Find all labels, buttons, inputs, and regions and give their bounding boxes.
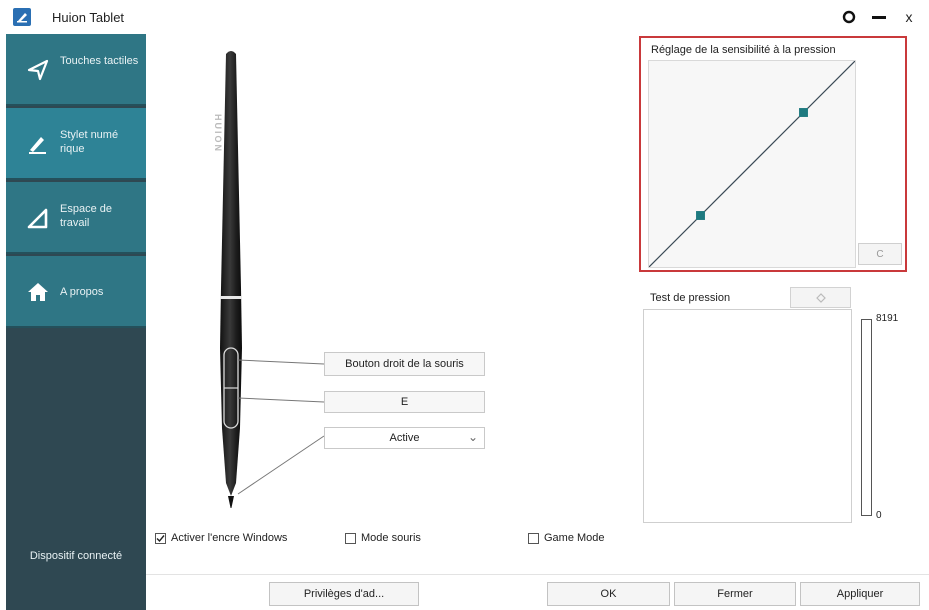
- windows-ink-checkbox[interactable]: Activer l'encre Windows: [155, 532, 287, 544]
- checkbox-box[interactable]: [345, 532, 356, 544]
- clear-icon: [815, 292, 826, 303]
- footer-bar: Privilèges d'ad... OK Fermer Appliquer: [146, 574, 929, 610]
- close-label: Fermer: [717, 588, 753, 600]
- curve-control-point[interactable]: [696, 211, 705, 220]
- game-mode-label: Game Mode: [544, 532, 605, 544]
- game-mode-checkbox[interactable]: Game Mode: [528, 532, 605, 544]
- home-icon: [28, 283, 48, 301]
- upper-button-label: Bouton droit de la souris: [345, 358, 464, 370]
- tip-mode-value: Active: [389, 432, 420, 444]
- send-icon: [27, 59, 49, 81]
- minimize-icon[interactable]: [868, 6, 890, 28]
- lower-button-action[interactable]: E: [324, 391, 485, 413]
- main-panel: HUION Bouton droit de la souris E Active…: [146, 34, 929, 610]
- close-icon: x: [905, 9, 913, 25]
- pressure-level-bar: [861, 319, 872, 516]
- workspace-icon: [27, 208, 48, 229]
- mouse-mode-label: Mode souris: [361, 532, 421, 544]
- window-title: Huion Tablet: [52, 10, 125, 25]
- curve-control-point[interactable]: [799, 108, 808, 117]
- callout-lines: [237, 359, 325, 495]
- sidebar-item-stylus[interactable]: Stylet numé rique: [6, 108, 146, 180]
- sidebar-item-touch-keys[interactable]: Touches tactiles: [6, 34, 146, 106]
- sidebar-item-label: Stylet numé rique: [60, 129, 119, 155]
- pressure-min-label: 0: [876, 510, 882, 521]
- sidebar-item-label: Touches tactiles: [60, 55, 139, 67]
- windows-ink-label: Activer l'encre Windows: [171, 532, 288, 544]
- sidebar-item-about[interactable]: A propos: [6, 256, 146, 328]
- privileges-label: Privilèges d'ad...: [303, 588, 385, 600]
- pen-icon: [29, 137, 46, 154]
- clear-test-button[interactable]: [790, 287, 851, 308]
- sidebar-item-workspace[interactable]: Espace de travail: [6, 182, 146, 254]
- reset-curve-button[interactable]: C: [858, 243, 902, 265]
- pressure-sensitivity-panel: Réglage de la sensibilité à la pression …: [639, 36, 907, 272]
- ok-button[interactable]: OK: [547, 582, 670, 606]
- mouse-mode-checkbox[interactable]: Mode souris: [345, 532, 421, 544]
- apply-button[interactable]: Appliquer: [800, 582, 920, 606]
- checkbox-box[interactable]: [528, 532, 539, 544]
- lower-button-label: E: [400, 396, 409, 408]
- pressure-test-area[interactable]: [643, 309, 852, 523]
- app-logo-icon: [13, 8, 31, 26]
- apply-label: Appliquer: [836, 588, 884, 600]
- sidebar-item-label: Espace de travail: [60, 203, 112, 229]
- reset-label: C: [876, 248, 884, 260]
- pressure-curve-line: [649, 61, 855, 267]
- ok-label: OK: [600, 588, 617, 600]
- settings-icon[interactable]: [838, 6, 860, 28]
- privileges-button[interactable]: Privilèges d'ad...: [269, 582, 419, 606]
- pressure-curve-editor[interactable]: [648, 60, 856, 268]
- close-button[interactable]: x: [898, 6, 920, 28]
- chevron-down-icon: ⌄: [467, 430, 478, 444]
- close-dialog-button[interactable]: Fermer: [674, 582, 796, 606]
- sidebar: Touches tactiles Stylet numé rique Espac…: [6, 34, 146, 610]
- checkbox-box[interactable]: [155, 532, 166, 544]
- pressure-sensitivity-title: Réglage de la sensibilité à la pression: [651, 44, 836, 56]
- device-status: Dispositif connecté: [29, 550, 123, 562]
- pressure-test-title: Test de pression: [650, 292, 731, 304]
- sidebar-item-label: A propos: [60, 286, 104, 298]
- tip-mode-select[interactable]: Active ⌄: [324, 427, 485, 449]
- pressure-max-label: 8191: [876, 313, 899, 324]
- title-bar: Huion Tablet x: [0, 0, 929, 34]
- upper-button-action[interactable]: Bouton droit de la souris: [324, 352, 485, 376]
